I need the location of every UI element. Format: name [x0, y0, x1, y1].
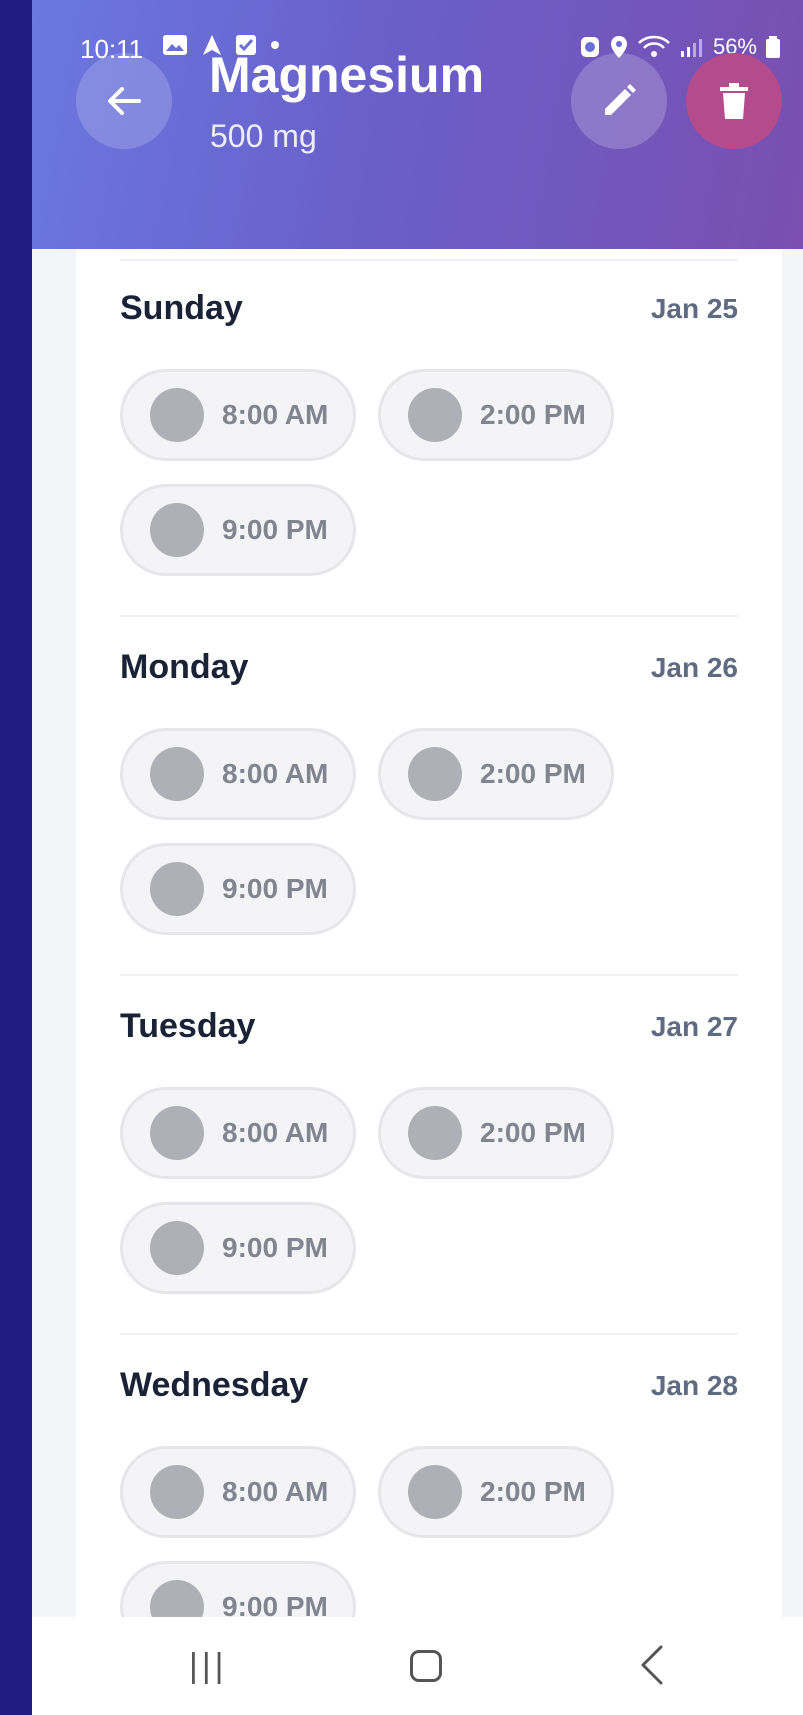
- dose-time-toggle[interactable]: 9:00 PM: [120, 1561, 356, 1619]
- dose-time-label: 9:00 PM: [222, 1591, 328, 1619]
- schedule-card: Sunday Jan 25 8:00 AM 2:00 PM 9:00 PM Mo…: [76, 249, 782, 1619]
- dose-time-toggle[interactable]: 8:00 AM: [120, 728, 356, 820]
- wifi-icon: [638, 35, 670, 57]
- delete-button[interactable]: [686, 53, 782, 149]
- home-button[interactable]: [410, 1650, 442, 1682]
- phone-screen: 10:11 56% Magnesium 500 mg Sunday Jan 25…: [32, 0, 803, 1715]
- dose-time-label: 2:00 PM: [480, 1476, 586, 1507]
- unchecked-circle-icon: [150, 388, 204, 442]
- unchecked-circle-icon: [150, 503, 204, 557]
- unchecked-circle-icon: [408, 1465, 462, 1519]
- day-section-tuesday: Tuesday Jan 27 8:00 AM 2:00 PM 9:00 PM: [76, 977, 782, 1335]
- day-section-sunday: Sunday Jan 25 8:00 AM 2:00 PM 9:00 PM: [76, 259, 782, 617]
- dose-time-toggle[interactable]: 8:00 AM: [120, 1446, 356, 1538]
- unchecked-circle-icon: [408, 388, 462, 442]
- dose-time-label: 2:00 PM: [480, 758, 586, 789]
- dose-time-toggle[interactable]: 9:00 PM: [120, 843, 356, 935]
- unchecked-circle-icon: [150, 1106, 204, 1160]
- dose-time-label: 2:00 PM: [480, 1117, 586, 1148]
- day-date: Jan 28: [650, 1370, 738, 1401]
- battery-icon: [766, 36, 780, 58]
- dose-time-toggle[interactable]: 2:00 PM: [378, 369, 614, 461]
- arrow-left-icon: [108, 87, 141, 115]
- medication-dose: 500 mg: [210, 118, 317, 154]
- recents-button[interactable]: |||: [189, 1647, 228, 1686]
- dose-time-toggle[interactable]: 2:00 PM: [378, 1446, 614, 1538]
- dose-time-toggle[interactable]: 8:00 AM: [120, 369, 356, 461]
- system-nav-bar: |||: [32, 1617, 803, 1715]
- day-section-wednesday: Wednesday Jan 28 8:00 AM 2:00 PM 9:00 PM: [76, 1336, 782, 1619]
- day-name: Monday: [120, 648, 249, 686]
- pencil-icon: [605, 84, 636, 115]
- trash-icon: [720, 83, 748, 119]
- divider: [120, 1333, 738, 1335]
- dose-time-label: 9:00 PM: [222, 873, 328, 904]
- dose-time-label: 8:00 AM: [222, 1117, 329, 1148]
- app-header: 10:11 56% Magnesium 500 mg: [32, 0, 803, 249]
- dose-time-label: 9:00 PM: [222, 514, 328, 545]
- day-name: Wednesday: [120, 1366, 309, 1404]
- day-section-monday: Monday Jan 26 8:00 AM 2:00 PM 9:00 PM: [76, 618, 782, 976]
- medication-title: Magnesium: [209, 47, 485, 103]
- gallery-icon: [163, 35, 187, 55]
- divider: [120, 974, 738, 976]
- dose-time-toggle[interactable]: 2:00 PM: [378, 1087, 614, 1179]
- dose-time-toggle[interactable]: 8:00 AM: [120, 1087, 356, 1179]
- dose-time-label: 8:00 AM: [222, 758, 329, 789]
- day-date: Jan 25: [650, 293, 738, 324]
- signal-icon: [680, 39, 702, 57]
- dose-time-toggle[interactable]: 9:00 PM: [120, 484, 356, 576]
- unchecked-circle-icon: [150, 862, 204, 916]
- unchecked-circle-icon: [150, 747, 204, 801]
- unchecked-circle-icon: [150, 1221, 204, 1275]
- unchecked-circle-icon: [150, 1580, 204, 1619]
- unchecked-circle-icon: [150, 1465, 204, 1519]
- day-name: Sunday: [120, 289, 243, 327]
- edit-button[interactable]: [571, 53, 667, 149]
- day-date: Jan 27: [650, 1011, 738, 1042]
- alarm-icon: [580, 37, 599, 57]
- dose-time-toggle[interactable]: 9:00 PM: [120, 1202, 356, 1294]
- back-nav-icon[interactable]: [637, 1643, 667, 1687]
- day-date: Jan 26: [650, 652, 738, 683]
- day-name: Tuesday: [120, 1007, 256, 1045]
- dose-time-label: 9:00 PM: [222, 1232, 328, 1263]
- unchecked-circle-icon: [408, 1106, 462, 1160]
- dose-time-label: 2:00 PM: [480, 399, 586, 430]
- dose-time-toggle[interactable]: 2:00 PM: [378, 728, 614, 820]
- dose-time-label: 8:00 AM: [222, 1476, 329, 1507]
- divider: [120, 615, 738, 617]
- back-button[interactable]: [76, 53, 172, 149]
- unchecked-circle-icon: [408, 747, 462, 801]
- dose-time-label: 8:00 AM: [222, 399, 329, 430]
